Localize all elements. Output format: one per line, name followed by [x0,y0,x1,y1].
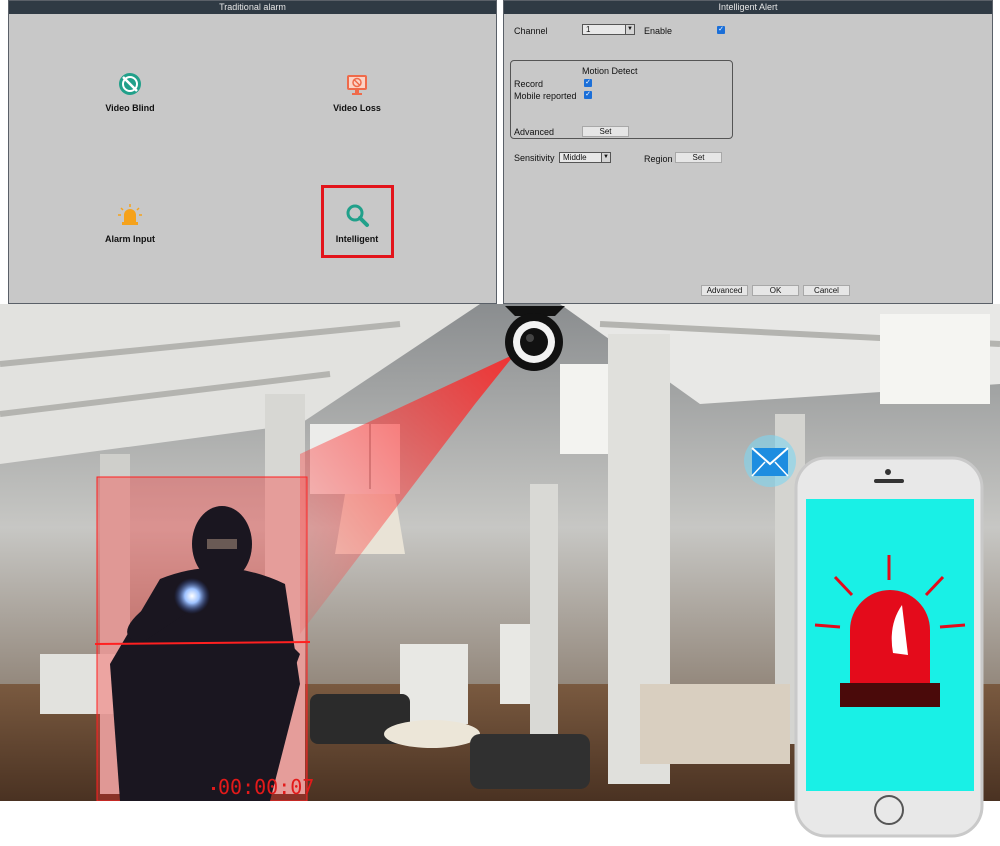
selection-highlight [321,185,394,258]
sensitivity-value: Middle [563,153,587,162]
advanced-label: Advanced [514,127,555,137]
panel-title: Intelligent Alert [504,1,992,14]
panel-title: Traditional alarm [9,1,496,14]
channel-select[interactable]: 1 ▼ [582,24,635,35]
record-label: Record [514,79,544,89]
enable-checkbox[interactable]: ✓ [717,26,725,34]
enable-label: Enable [644,26,673,36]
mobile-reported-checkbox[interactable]: ✓ [584,91,592,99]
cancel-button[interactable]: Cancel [803,285,850,296]
channel-value: 1 [586,25,591,34]
alarm-light-icon [118,204,142,225]
recording-timer: 00:00:07 [218,775,315,799]
chevron-down-icon: ▼ [625,25,634,34]
video-blind-tile[interactable]: Video Blind [70,71,190,113]
smartphone-image [794,456,984,838]
region-set-button[interactable]: Set [675,152,722,163]
video-loss-label: Video Loss [333,103,381,113]
video-loss-tile[interactable]: Video Loss [297,71,417,113]
video-loss-icon [347,75,367,95]
sensitivity-select[interactable]: Middle ▼ [559,152,611,163]
chevron-down-icon: ▼ [601,153,610,162]
record-checkbox[interactable]: ✓ [584,79,592,87]
advanced-set-button[interactable]: Set [582,126,629,137]
sensitivity-label: Sensitivity [514,153,555,163]
traditional-alarm-panel: Traditional alarm Video Blind Video Loss [8,0,497,304]
alarm-input-label: Alarm Input [104,234,155,244]
mobile-reported-label: Mobile reported [514,91,577,101]
video-blind-icon [119,73,141,95]
alarm-input-tile[interactable]: Alarm Input [70,202,190,244]
email-icon [744,435,796,487]
intelligent-alert-panel: Intelligent Alert Channel 1 ▼ Enable ✓ M… [503,0,993,304]
recording-dot [212,787,215,790]
advanced-button[interactable]: Advanced [701,285,748,296]
channel-label: Channel [514,26,548,36]
motion-detect-title: Motion Detect [582,66,638,76]
video-blind-label: Video Blind [105,103,155,113]
region-label: Region [644,154,673,164]
ok-button[interactable]: OK [752,285,799,296]
